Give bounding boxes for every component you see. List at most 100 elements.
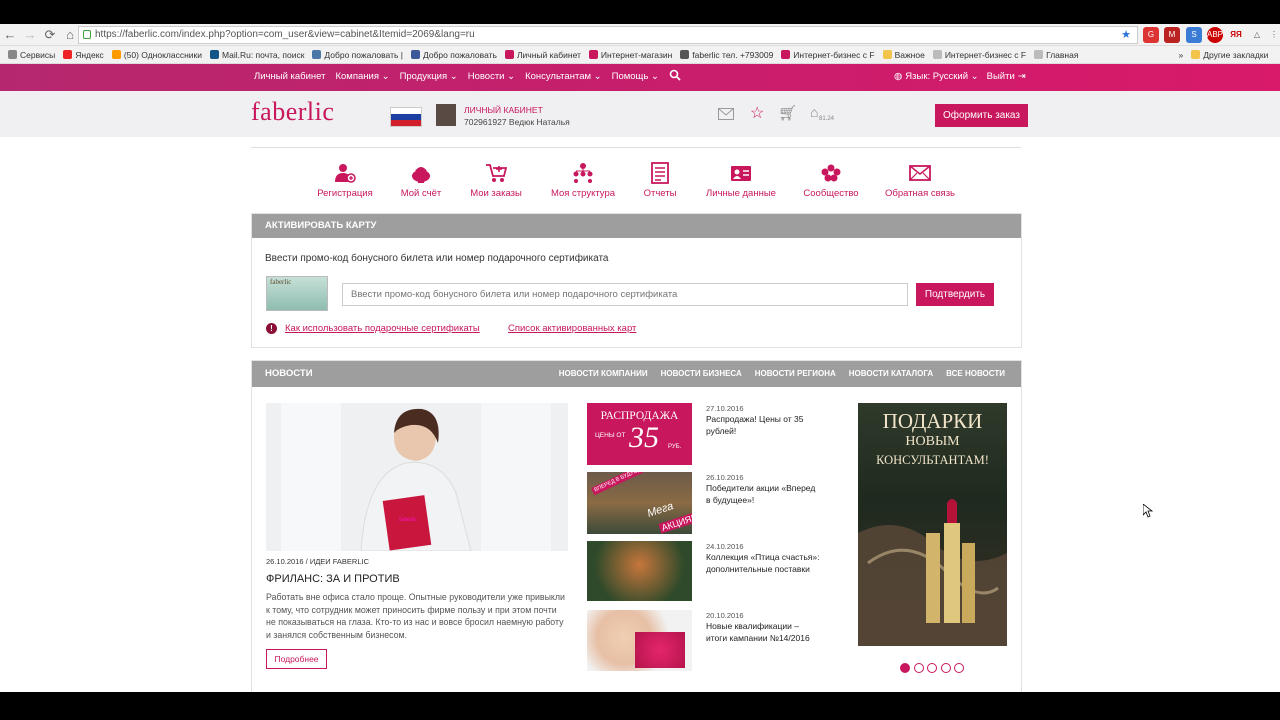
main-news-image[interactable]: faberlic (266, 403, 568, 552)
home-icon[interactable]: ⌂ (60, 25, 80, 45)
drive-icon[interactable]: △ (1249, 27, 1265, 43)
cart-icon[interactable]: 🛒︎ (778, 104, 797, 122)
activate-card-header: АКТИВИРОВАТЬ КАРТУ (252, 214, 1021, 238)
mega-action-thumbnail[interactable]: ВПЕРЕД В БУДУЩЕЕ Мега АКЦИЯ! (587, 472, 692, 534)
screen: ← → ⟳ ⌂ https://faberlic.com/index.php?o… (0, 0, 1280, 720)
tab-business-news[interactable]: НОВОСТИ БИЗНЕСА (661, 361, 742, 387)
avatar[interactable] (436, 104, 456, 126)
news-title[interactable]: ФРИЛАНС: ЗА И ПРОТИВ (266, 573, 400, 585)
confirm-button[interactable]: Подтвердить (916, 283, 994, 306)
structure-icon (573, 163, 593, 183)
nav-company[interactable]: Компания ⌄ (335, 71, 389, 84)
faberlic-logo[interactable]: faberlic (251, 97, 334, 127)
cabinet-feedback[interactable]: Обратная связь (875, 162, 965, 199)
web-page: Личный кабинет Компания ⌄ Продукция ⌄ Но… (0, 64, 1280, 692)
cabinet-label[interactable]: ЛИЧНЫЙ КАБИНЕТ (464, 105, 543, 115)
mail-icon[interactable] (718, 107, 734, 123)
logout-link[interactable]: Выйти (987, 71, 1015, 82)
extension-icon[interactable]: M (1164, 27, 1180, 43)
tab-region-news[interactable]: НОВОСТИ РЕГИОНА (755, 361, 836, 387)
lock-icon (83, 30, 91, 39)
logout-icon[interactable]: ⇥ (1018, 71, 1026, 82)
bookmark-item[interactable]: Интернет-бизнес с F (932, 50, 1026, 60)
reload-icon[interactable]: ⟳ (40, 25, 60, 45)
user-name: 702961927 Ведюк Наталья (464, 117, 570, 127)
bookmark-item[interactable]: Добро пожаловать | (312, 50, 403, 60)
news-link[interactable]: Победители акции «Вперед в будущее»! (706, 483, 821, 506)
info-icon: ! (266, 323, 277, 334)
cabinet-reports[interactable]: Отчеты (615, 162, 705, 199)
bookmark-star-icon[interactable]: ★ (1121, 27, 1131, 43)
address-bar[interactable]: https://faberlic.com/index.php?option=co… (78, 26, 1138, 44)
promo-code-input[interactable] (342, 283, 908, 306)
bookmark-item[interactable]: Яндекс (63, 50, 104, 60)
envelope-icon (909, 165, 931, 181)
bookmark-folder[interactable]: Важное (882, 50, 925, 60)
other-bookmarks[interactable]: Другие закладки (1191, 50, 1268, 60)
cart-add-icon (486, 164, 507, 182)
bookmark-item[interactable]: Личный кабинет (504, 50, 581, 60)
nav-products[interactable]: Продукция ⌄ (400, 71, 458, 84)
nav-help[interactable]: Помощь ⌄ (612, 71, 659, 84)
news-body: Работать вне офиса стало проще. Опытные … (266, 592, 565, 640)
nav-news[interactable]: Новости ⌄ (468, 71, 515, 84)
gift-certificates-link[interactable]: Как использовать подарочные сертификаты (285, 323, 480, 334)
back-icon[interactable]: ← (0, 25, 20, 45)
carousel-dot[interactable] (927, 663, 937, 673)
gifts-banner[interactable]: ПОДАРКИ НОВЫМ КОНСУЛЬТАНТАМ! (858, 403, 1007, 646)
qualifications-thumbnail[interactable] (587, 610, 692, 671)
read-more-button[interactable]: Подробнее (266, 649, 327, 669)
mouse-cursor-icon (1143, 504, 1153, 518)
bookmark-item[interactable]: Интернет-бизнес с F (781, 50, 875, 60)
bookmark-item[interactable]: (50) Одноклассники (111, 50, 202, 60)
carousel-dot[interactable] (940, 663, 951, 673)
carousel-dot[interactable] (913, 663, 924, 673)
news-date: 27.10.2016 (706, 404, 744, 413)
tab-all-news[interactable]: ВСЕ НОВОСТИ (946, 361, 1005, 387)
user-add-icon (335, 164, 356, 183)
cabinet-personal-data[interactable]: Личные данные (696, 162, 786, 199)
news-meta: 26.10.2016 / ИДЕИ FABERLIC (266, 557, 370, 566)
language-select[interactable]: Язык: Русский ⌄ (905, 71, 978, 82)
promo-title: Ввести промо-код бонусного билета или но… (265, 253, 609, 264)
adblock-icon[interactable]: ABP (1207, 27, 1223, 43)
yandex-icon[interactable]: ЯЯ (1228, 27, 1244, 43)
favorites-star-icon[interactable]: ☆ (750, 103, 764, 123)
nav-consultants[interactable]: Консультантам ⌄ (525, 71, 602, 84)
bookmark-item[interactable]: Главная (1034, 50, 1078, 60)
points-value: 81.24 (819, 116, 835, 122)
sale-thumbnail[interactable]: РАСПРОДАЖА ЦЕНЫ ОТ 35 РУБ. (587, 403, 692, 465)
activated-cards-link[interactable]: Список активированных карт (508, 323, 636, 334)
tab-catalog-news[interactable]: НОВОСТИ КАТАЛОГА (849, 361, 933, 387)
news-link[interactable]: Коллекция «Птица счастья»: дополнительны… (706, 552, 821, 575)
carousel-dot-active[interactable] (900, 663, 910, 673)
news-category[interactable]: ИДЕИ FABERLIC (310, 557, 369, 566)
bookmarks-overflow[interactable]: » (1178, 50, 1183, 60)
id-card-icon (731, 166, 751, 181)
carousel-dot[interactable] (954, 663, 964, 673)
extension-icon[interactable]: G (1143, 27, 1159, 43)
extension-icon[interactable]: S (1186, 27, 1202, 43)
bookmark-item[interactable]: Mail.Ru: почта, поиск (210, 50, 304, 60)
place-order-button[interactable]: Оформить заказ (935, 104, 1028, 127)
search-icon[interactable] (669, 69, 681, 84)
activate-card-panel: АКТИВИРОВАТЬ КАРТУ Ввести промо-код бону… (251, 213, 1022, 348)
report-icon (651, 162, 669, 184)
news-date: 20.10.2016 (706, 611, 744, 620)
russia-flag-icon[interactable] (390, 107, 422, 127)
piggy-bank-icon[interactable]: ⌂ (810, 104, 818, 120)
bookmark-item[interactable]: Интернет-магазин (588, 50, 672, 60)
forward-icon[interactable]: → (20, 25, 40, 45)
bookmark-item[interactable]: Сервисы (8, 50, 55, 60)
bird-collection-thumbnail[interactable] (587, 541, 692, 601)
news-date: 26.10.2016 (706, 473, 744, 482)
bookmark-item[interactable]: Добро пожаловать (410, 50, 497, 60)
cabinet-orders[interactable]: Мои заказы (451, 162, 541, 199)
news-link[interactable]: Распродажа! Цены от 35 рублей! (706, 414, 821, 437)
cabinet-community[interactable]: Сообщество (786, 162, 876, 199)
bookmark-item[interactable]: faberlic тел. +793009 (680, 50, 773, 60)
tab-company-news[interactable]: НОВОСТИ КОМПАНИИ (559, 361, 648, 387)
news-link[interactable]: Новые квалификации – итоги кампании №14/… (706, 621, 821, 644)
nav-personal-cabinet[interactable]: Личный кабинет (254, 71, 325, 84)
menu-icon[interactable]: ⋮ (1266, 27, 1280, 43)
